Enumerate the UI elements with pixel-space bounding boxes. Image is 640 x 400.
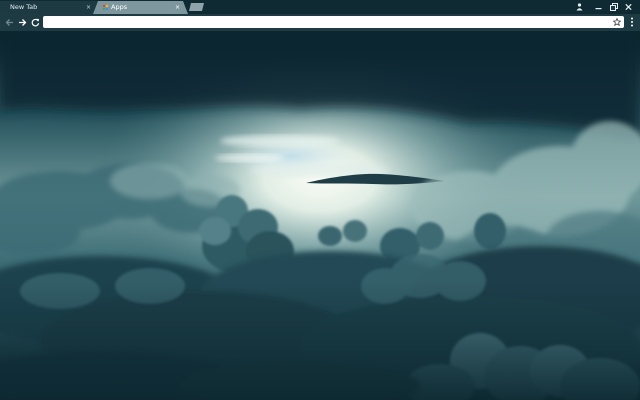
- new-tab-background: [0, 31, 640, 400]
- forward-arrow-icon[interactable]: [16, 16, 28, 28]
- omnibox[interactable]: [43, 16, 624, 28]
- minimize-icon[interactable]: [591, 1, 606, 12]
- cloud-sky-image: [0, 31, 640, 400]
- restore-icon[interactable]: [606, 1, 621, 12]
- window-controls: [572, 1, 636, 12]
- browser-window: New Tab × Apps ×: [0, 0, 640, 400]
- toolbar: [0, 14, 640, 31]
- tab-strip: New Tab × Apps ×: [0, 0, 640, 14]
- tab-label: Apps: [111, 3, 128, 11]
- reload-icon[interactable]: [29, 16, 41, 28]
- tab-close-icon[interactable]: ×: [175, 1, 180, 14]
- back-arrow-icon[interactable]: [3, 16, 15, 28]
- tab-label: New Tab: [10, 3, 38, 11]
- tab-close-icon[interactable]: ×: [86, 1, 91, 14]
- star-icon[interactable]: [612, 16, 622, 30]
- new-tab-button[interactable]: [189, 3, 204, 11]
- address-bar-input[interactable]: [47, 16, 607, 28]
- tab-apps[interactable]: Apps ×: [93, 1, 188, 14]
- close-icon[interactable]: [621, 1, 636, 12]
- person-icon[interactable]: [572, 1, 587, 12]
- tab-new-tab[interactable]: New Tab ×: [0, 1, 98, 14]
- kebab-menu-icon[interactable]: [627, 16, 637, 28]
- apps-icon: [103, 5, 108, 10]
